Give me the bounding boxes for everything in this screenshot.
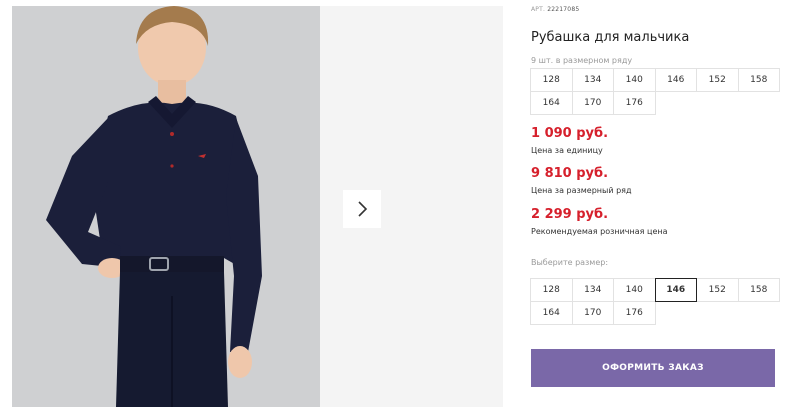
size-range-cell: 164 [530, 91, 573, 115]
size-option[interactable]: 152 [696, 278, 739, 302]
size-option[interactable]: 176 [613, 301, 656, 325]
size-option[interactable]: 134 [571, 278, 614, 302]
range-price: 9 810 руб. [531, 166, 609, 181]
size-option-selected[interactable]: 146 [654, 278, 697, 302]
size-range-cell: 176 [613, 91, 656, 115]
article-label: АРТ. [531, 6, 546, 13]
retail-price-note: Рекомендуемая розничная цена [531, 227, 668, 236]
place-order-button[interactable]: ОФОРМИТЬ ЗАКАЗ [531, 349, 775, 387]
size-range-grid: 128 134 140 146 152 158 164 170 176 [530, 68, 780, 115]
size-range-label: 9 шт. в размерном ряду [531, 56, 633, 65]
size-range-cell: 134 [571, 68, 614, 92]
size-option[interactable]: 128 [530, 278, 573, 302]
article-number: АРТ. 22217085 [531, 6, 579, 13]
size-range-cell: 158 [737, 68, 780, 92]
size-option[interactable]: 158 [737, 278, 780, 302]
article-value: 22217085 [547, 6, 580, 13]
chevron-right-icon [358, 201, 368, 217]
size-range-cell: 152 [696, 68, 739, 92]
size-option[interactable]: 170 [571, 301, 614, 325]
size-range-cell: 146 [654, 68, 697, 92]
size-range-cell: 170 [571, 91, 614, 115]
size-option[interactable]: 164 [530, 301, 573, 325]
size-select-grid: 128 134 140 146 152 158 164 170 176 [530, 278, 780, 325]
gallery-next-button[interactable] [343, 190, 381, 228]
range-price-note: Цена за размерный ряд [531, 186, 632, 195]
product-photo-illustration [12, 6, 320, 407]
product-title: Рубашка для мальчика [531, 30, 690, 45]
unit-price-note: Цена за единицу [531, 146, 603, 155]
size-option[interactable]: 140 [613, 278, 656, 302]
product-photo [12, 6, 320, 407]
choose-size-label: Выберите размер: [531, 258, 609, 267]
size-range-cell: 140 [613, 68, 656, 92]
size-range-cell: 128 [530, 68, 573, 92]
unit-price: 1 090 руб. [531, 126, 609, 141]
retail-price: 2 299 руб. [531, 207, 609, 222]
